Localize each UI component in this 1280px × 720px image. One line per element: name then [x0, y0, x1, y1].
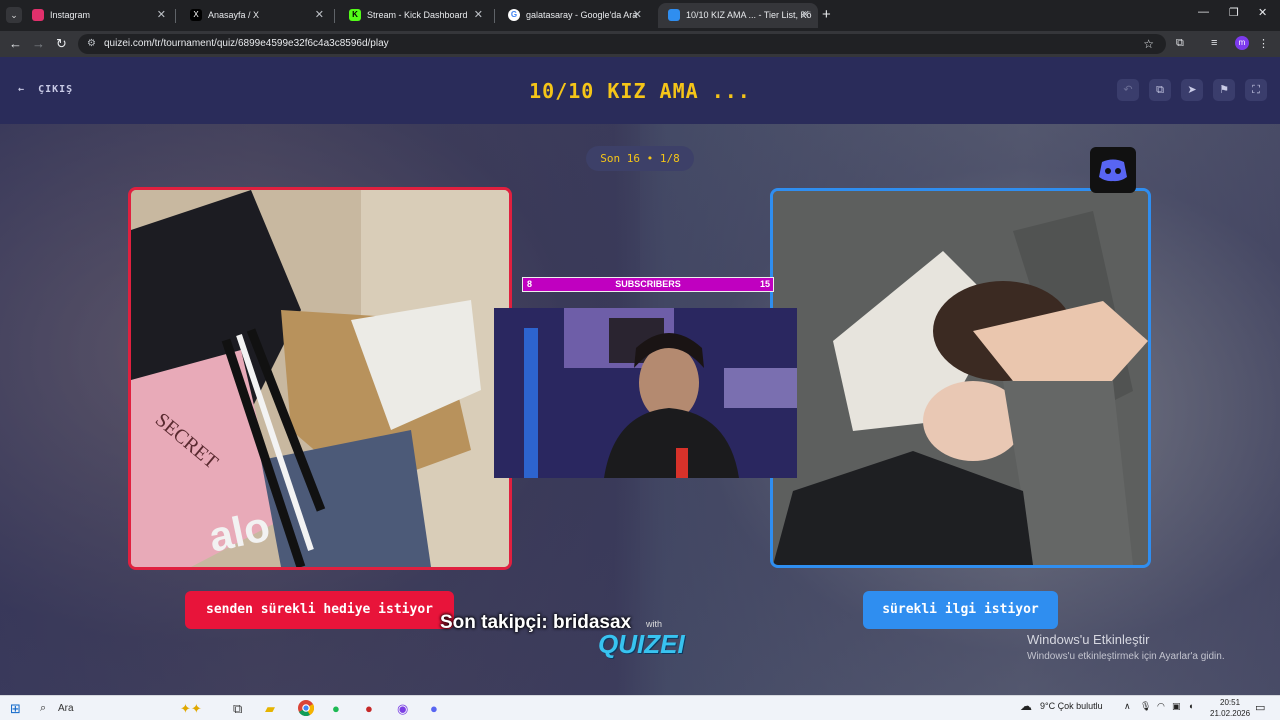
browser-toolbar: ← → ↻ ⚙ quizei.com/tr/tournament/quiz/68…: [0, 31, 1280, 57]
microphone-icon[interactable]: 🎙: [1140, 701, 1151, 712]
round-indicator: Son 16 • 1/8: [586, 146, 694, 171]
subs-goal: 15: [759, 279, 770, 289]
window-close-icon[interactable]: ✕: [1258, 6, 1267, 19]
quizei-logo: QUIZEI: [598, 629, 685, 659]
right-choice-label[interactable]: sürekli ilgi istiyor: [863, 591, 1058, 629]
exit-button[interactable]: ← ÇIKIŞ: [18, 84, 73, 95]
file-explorer-icon[interactable]: ▰: [265, 700, 275, 717]
tab-label: Instagram: [50, 10, 91, 20]
tab-x[interactable]: X Anasayfa / X ✕: [180, 3, 332, 28]
windows-activation-watermark: Windows'u Etkinleştir Windows'u etkinleş…: [1027, 632, 1225, 662]
task-view-icon[interactable]: ⧉: [233, 700, 242, 717]
discord-taskbar-icon[interactable]: ●: [430, 700, 438, 717]
notification-icon[interactable]: ▭: [1255, 701, 1265, 714]
subscriber-goal-bar: SUBSCRIBERS 8 15: [522, 277, 774, 292]
subs-current: 8: [527, 279, 533, 289]
windows-start-icon[interactable]: ⊞: [10, 700, 21, 717]
windows-taskbar: ⊞ ⌕ Ara ✦✦ ⧉ ▰ ● ● ◉ ● ☁ 9°C Çok bulutlu…: [0, 695, 1280, 720]
close-tab-icon[interactable]: ✕: [474, 3, 483, 28]
url-text: quizei.com/tr/tournament/quiz/6899e4599e…: [104, 38, 389, 49]
shopping-bags-photo: [131, 190, 509, 567]
app-icon[interactable]: ◉: [397, 700, 408, 717]
send-icon[interactable]: ➤: [1181, 79, 1203, 101]
activation-subtitle: Windows'u etkinleştirmek için Ayarlar'a …: [1027, 651, 1225, 662]
tab-label: 10/10 KIZ AMA ... - Tier List, Kö: [686, 10, 812, 20]
profile-avatar[interactable]: m: [1235, 36, 1249, 50]
clock-date: 21.02.2026: [1210, 709, 1251, 718]
browser-tab-bar: ⌄ Instagram ✕ X Anasayfa / X ✕ K Stream …: [0, 0, 1280, 31]
reload-icon[interactable]: ↻: [56, 35, 67, 53]
close-tab-icon[interactable]: ✕: [315, 3, 324, 28]
tray-chevron-icon[interactable]: ∧: [1124, 701, 1131, 712]
page-title: 10/10 KIZ AMA ...: [529, 79, 751, 103]
tab-instagram[interactable]: Instagram ✕: [22, 3, 174, 28]
restore-icon[interactable]: ❐: [1229, 6, 1239, 19]
tab-label: galatasaray - Google'da Ara: [526, 10, 638, 20]
google-favicon-icon: G: [508, 9, 520, 21]
new-tab-plus-icon[interactable]: +: [822, 6, 831, 23]
site-settings-icon[interactable]: ⚙: [87, 34, 96, 54]
chrome-icon[interactable]: [298, 700, 315, 720]
subs-label: SUBSCRIBERS: [615, 279, 681, 289]
reading-list-icon[interactable]: ≡: [1211, 37, 1217, 49]
weather-text[interactable]: 9°C Çok bulutlu: [1040, 701, 1103, 711]
exit-label: ÇIKIŞ: [38, 84, 74, 95]
discord-logo-icon: [1090, 147, 1136, 193]
tab-quizei[interactable]: 10/10 KIZ AMA ... - Tier List, Kö ✕: [658, 3, 818, 28]
weather-icon: ☁: [1020, 699, 1032, 713]
close-tab-icon[interactable]: ✕: [157, 3, 166, 28]
address-bar[interactable]: ⚙ quizei.com/tr/tournament/quiz/6899e459…: [78, 34, 1166, 54]
back-arrow-icon[interactable]: ←: [9, 35, 22, 53]
instagram-favicon-icon: [32, 9, 44, 21]
search-icon: ⌕: [40, 702, 47, 714]
clock-time: 20:51: [1220, 698, 1241, 707]
undo-icon[interactable]: ↶: [1117, 79, 1139, 101]
quizei-favicon-icon: [668, 9, 680, 21]
kick-favicon-icon: K: [349, 9, 361, 21]
fullscreen-icon[interactable]: ⛶: [1245, 79, 1267, 101]
spotify-icon[interactable]: ●: [332, 700, 340, 717]
wifi-icon[interactable]: ◠: [1157, 701, 1165, 712]
tab-search-menu-icon[interactable]: ⌄: [6, 7, 22, 23]
activation-title: Windows'u Etkinleştir: [1027, 632, 1150, 647]
left-choice-label[interactable]: senden sürekli hediye istiyor: [185, 591, 454, 629]
more-menu-icon[interactable]: ⋮: [1258, 37, 1269, 50]
obs-icon[interactable]: ●: [365, 700, 373, 717]
quiz-page: ← ÇIKIŞ 10/10 KIZ AMA ... ↶ ⧉ ➤ ⚑ ⛶ Son …: [0, 57, 1280, 695]
page-header: ← ÇIKIŞ 10/10 KIZ AMA ... ↶ ⧉ ➤ ⚑ ⛶: [0, 57, 1280, 124]
minimize-icon[interactable]: —: [1198, 6, 1209, 18]
left-option-card[interactable]: SECRET alo: [128, 187, 512, 570]
right-option-card[interactable]: [770, 188, 1151, 568]
forward-arrow-icon[interactable]: →: [32, 35, 45, 53]
x-favicon-icon: X: [190, 9, 202, 21]
report-flag-icon[interactable]: ⚑: [1213, 79, 1235, 101]
extensions-icon[interactable]: ⧉: [1176, 37, 1184, 50]
share-link-icon[interactable]: ⧉: [1149, 79, 1171, 101]
clock[interactable]: 20:51 21.02.2026: [1210, 697, 1250, 719]
tab-label: Anasayfa / X: [208, 10, 260, 20]
girl-lying-photo: [773, 191, 1148, 565]
tab-label: Stream - Kick Dashboard: [367, 10, 468, 20]
arrow-left-icon: ←: [18, 84, 26, 95]
search-placeholder: Ara: [58, 703, 74, 714]
volume-icon[interactable]: ◖: [1188, 701, 1193, 711]
network-icon[interactable]: ▣: [1172, 701, 1181, 712]
copilot-sparkle-icon[interactable]: ✦✦: [180, 700, 202, 717]
bookmark-star-icon[interactable]: ☆: [1143, 34, 1154, 54]
brand-with-text: with: [646, 619, 663, 629]
tab-kick[interactable]: K Stream - Kick Dashboard ✕: [339, 3, 491, 28]
close-tab-icon[interactable]: ✕: [801, 3, 810, 28]
tab-google[interactable]: G galatasaray - Google'da Ara ✕: [498, 3, 650, 28]
close-tab-icon[interactable]: ✕: [633, 3, 642, 28]
streamer-webcam: [494, 308, 797, 478]
